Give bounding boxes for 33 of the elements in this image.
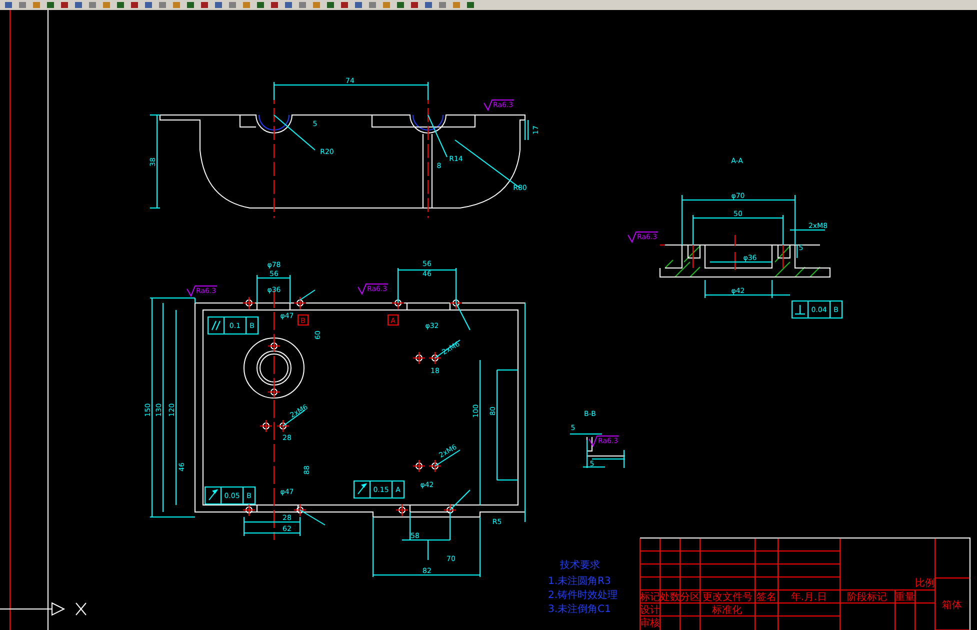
note-line: 1.未注圆角R3 (548, 576, 611, 587)
title-block-label: 设计 (640, 605, 660, 616)
title-block-heading: 分区 (680, 592, 700, 603)
note-line: 3.未注倒角C1 (548, 604, 611, 615)
part-name: 箱体 (942, 600, 962, 611)
surface-finish-icon (588, 436, 620, 448)
note-line: 2.铸件时效处理 (548, 590, 618, 601)
tolerance-frame (354, 480, 404, 498)
tolerance-frame (208, 316, 258, 334)
title-block-heading: 处数 (660, 592, 680, 603)
runout-arrow-icon (208, 489, 218, 500)
tolerance-frame (792, 300, 842, 318)
notes-title: 技术要求 (560, 560, 600, 571)
title-block-label: 重量 (895, 592, 915, 603)
title-block-label: 标准化 (712, 605, 742, 616)
title-block-heading: 标记 (640, 592, 660, 603)
tolerance-frame (204, 486, 256, 504)
surface-finish-icon (484, 100, 514, 112)
runout-arrow-icon (358, 483, 368, 494)
title-block-heading: 年.月.日 (790, 592, 828, 603)
title-block-label: 比例 (915, 578, 935, 589)
datum-box (298, 314, 308, 326)
title-block-heading: 签名 (756, 592, 776, 603)
perpendicular-icon (794, 304, 806, 314)
title-block-heading: 更改文件号 (702, 592, 752, 603)
title-block-label: 阶段标记 (847, 592, 887, 603)
detail-view-drawing (570, 434, 626, 468)
surface-finish-icon (628, 232, 658, 244)
datum-box (388, 314, 398, 326)
title-block-label: 审核 (640, 618, 660, 629)
surface-finish-icon (358, 284, 388, 296)
parallel-icon (212, 320, 220, 330)
surface-finish-icon (186, 286, 218, 298)
